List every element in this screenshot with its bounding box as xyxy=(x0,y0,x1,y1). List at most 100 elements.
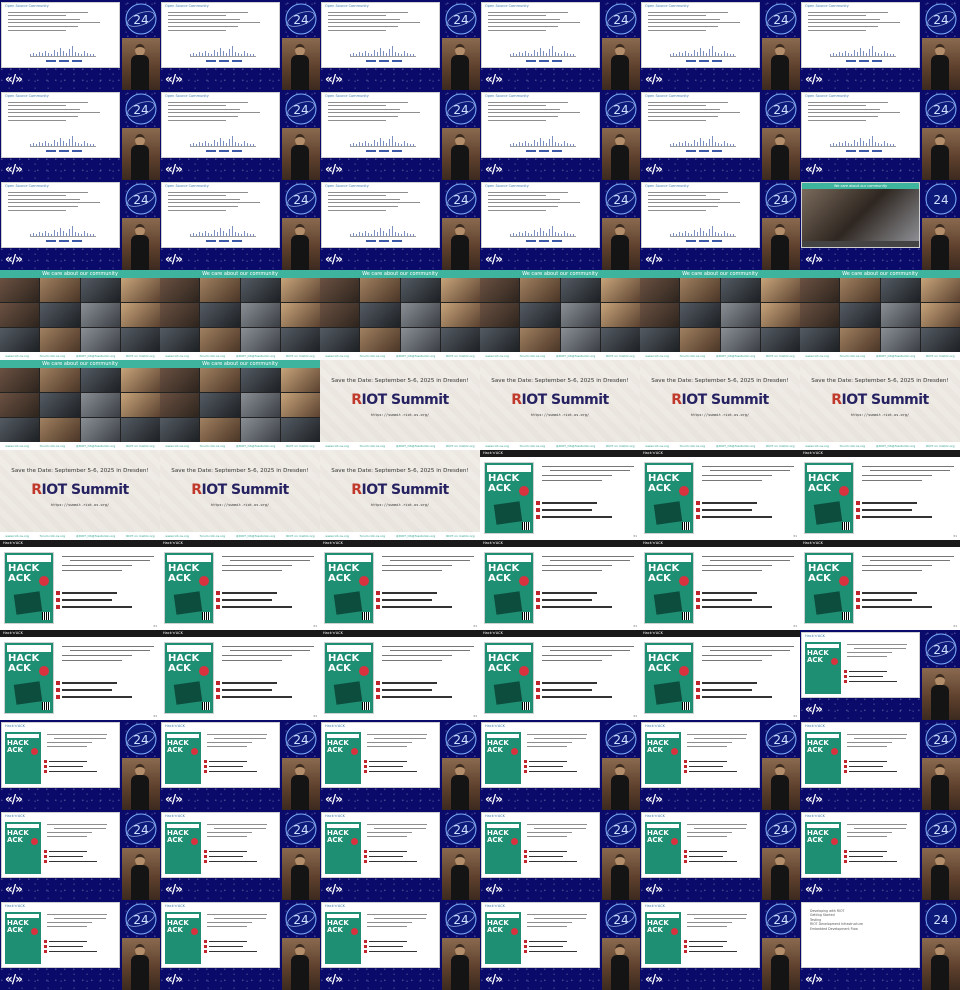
speaker-camera xyxy=(922,128,960,180)
svg-text:24: 24 xyxy=(293,823,308,837)
link-row xyxy=(524,945,563,948)
link-row[interactable] xyxy=(536,591,597,595)
conference-logo: 24 xyxy=(444,2,478,36)
hack-slide: Hack'n'ACK HACK ACK 31 xyxy=(320,540,480,630)
qr-code-icon xyxy=(362,702,370,710)
link-row[interactable] xyxy=(536,501,597,505)
link-row[interactable] xyxy=(536,515,612,519)
link-row[interactable] xyxy=(56,591,117,595)
slide-header: Open Source Community xyxy=(325,4,369,8)
brand-logo: «/» xyxy=(325,72,343,86)
link-row[interactable] xyxy=(376,688,432,692)
slide-thumbnail: Open Source Community xyxy=(801,92,920,158)
slide-thumbnail: Open Source Community xyxy=(1,182,120,248)
community-slide: We care about our community www.riot-os.… xyxy=(0,270,160,360)
footer-link: @RIOT_OS@fosstodon.org xyxy=(395,354,436,358)
link-row[interactable] xyxy=(216,688,272,692)
link-row[interactable] xyxy=(376,695,452,699)
footer-link: forum.riot-os.org xyxy=(199,534,226,538)
link-row[interactable] xyxy=(696,501,757,505)
link-row[interactable] xyxy=(696,681,757,685)
link-row xyxy=(204,855,243,858)
speaker-camera xyxy=(122,38,160,90)
svg-text:24: 24 xyxy=(453,823,468,837)
conference-logo: 24 xyxy=(764,182,798,216)
brand-logo: «/» xyxy=(805,702,823,716)
slide-footer: www.riot-os.org forum.riot-os.org @RIOT_… xyxy=(0,532,160,540)
footer-link: RIOT on matrix.org xyxy=(766,354,795,358)
link-row[interactable] xyxy=(856,501,917,505)
link-row[interactable] xyxy=(696,688,752,692)
talk-frame: Hack'n'ACK HACK ACK 24 «/» xyxy=(640,810,800,900)
slide-header: Open Source Community xyxy=(325,94,369,98)
brand-logo: «/» xyxy=(805,792,823,806)
slide-thumbnail: Hack'n'ACK HACK ACK xyxy=(641,812,760,878)
footer-link: www.riot-os.org xyxy=(485,354,509,358)
talk-frame: Open Source Community 24 «/» xyxy=(640,0,800,90)
link-row[interactable] xyxy=(856,515,932,519)
footer-link: RIOT on matrix.org xyxy=(926,444,955,448)
link-row[interactable] xyxy=(216,681,277,685)
link-row[interactable] xyxy=(376,605,452,609)
link-row[interactable] xyxy=(216,695,292,699)
slide-thumbnail: Open Source Community xyxy=(641,182,760,248)
link-row[interactable] xyxy=(376,591,437,595)
brand-logo: «/» xyxy=(645,252,663,266)
brand-logo: «/» xyxy=(165,252,183,266)
link-row[interactable] xyxy=(216,591,277,595)
speaker-camera xyxy=(442,848,480,900)
slide-thumbnail: Hack'n'ACK HACK ACK xyxy=(481,812,600,878)
slide-thumbnail: Open Source Community xyxy=(481,92,600,158)
slide-thumbnail: Open Source Community xyxy=(801,2,920,68)
chart-legend xyxy=(46,150,82,153)
link-row[interactable] xyxy=(536,681,597,685)
link-row[interactable] xyxy=(696,508,752,512)
hackack-poster: HACK ACK xyxy=(165,732,201,784)
link-icon xyxy=(536,501,540,505)
brand-logo: «/» xyxy=(485,972,503,986)
link-row xyxy=(44,855,83,858)
chart-legend xyxy=(686,60,722,63)
qr-code-icon xyxy=(682,612,690,620)
link-row[interactable] xyxy=(56,605,132,609)
link-row[interactable] xyxy=(856,598,912,602)
link-row[interactable] xyxy=(376,681,437,685)
link-row[interactable] xyxy=(696,515,772,519)
speaker-camera xyxy=(922,218,960,270)
link-row xyxy=(684,950,737,953)
list-item: Embedded Development Flow xyxy=(810,926,858,931)
link-icon xyxy=(536,695,540,699)
link-row[interactable] xyxy=(216,598,272,602)
link-row[interactable] xyxy=(856,591,917,595)
svg-text:24: 24 xyxy=(773,103,788,117)
page-number: 31 xyxy=(473,624,477,628)
link-row[interactable] xyxy=(216,605,292,609)
speaker-camera xyxy=(602,218,640,270)
link-row[interactable] xyxy=(696,695,772,699)
link-row[interactable] xyxy=(56,598,112,602)
link-row[interactable] xyxy=(536,508,592,512)
talk-frame: Hack'n'ACK HACK ACK 24 «/» xyxy=(0,720,160,810)
speaker-camera xyxy=(602,128,640,180)
link-row xyxy=(204,850,247,853)
link-row[interactable] xyxy=(56,695,132,699)
link-row[interactable] xyxy=(536,695,612,699)
link-row[interactable] xyxy=(696,598,752,602)
link-icon xyxy=(856,605,860,609)
link-row[interactable] xyxy=(856,508,912,512)
link-row[interactable] xyxy=(536,598,592,602)
link-icon xyxy=(696,695,700,699)
hackack-poster: HACK ACK xyxy=(5,822,41,874)
link-row[interactable] xyxy=(376,598,432,602)
link-row[interactable] xyxy=(696,605,772,609)
svg-text:24: 24 xyxy=(933,913,948,927)
link-row[interactable] xyxy=(56,681,117,685)
svg-text:24: 24 xyxy=(453,733,468,747)
link-row[interactable] xyxy=(56,688,112,692)
brand-logo: «/» xyxy=(485,162,503,176)
link-row[interactable] xyxy=(536,688,592,692)
link-row[interactable] xyxy=(856,605,932,609)
link-row[interactable] xyxy=(696,591,757,595)
conference-logo: 24 xyxy=(124,182,158,216)
link-row[interactable] xyxy=(536,605,612,609)
